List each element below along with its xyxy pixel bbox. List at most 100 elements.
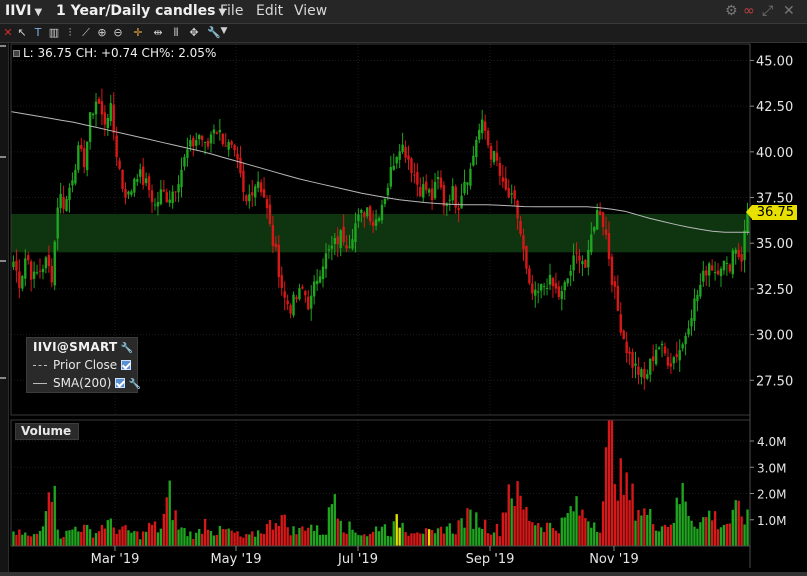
volume-bar bbox=[581, 509, 584, 546]
candle-body bbox=[401, 144, 404, 152]
solid-line-icon bbox=[33, 383, 47, 384]
volume-tick-label: 2.0M bbox=[757, 488, 786, 502]
candle-body bbox=[85, 141, 89, 171]
candle-body bbox=[18, 271, 21, 288]
candle-body bbox=[395, 157, 398, 164]
candle-body bbox=[330, 245, 334, 249]
volume-bar bbox=[708, 510, 711, 546]
volume-bar bbox=[357, 535, 360, 546]
volume-bar bbox=[377, 531, 381, 546]
candle-body bbox=[38, 270, 42, 272]
volume-bar bbox=[433, 533, 437, 546]
volume-bar bbox=[289, 535, 292, 546]
volume-bar bbox=[681, 482, 684, 546]
volume-bar bbox=[448, 523, 451, 546]
candle-body bbox=[292, 294, 295, 316]
candle-body bbox=[657, 347, 661, 350]
candle-body bbox=[436, 176, 440, 180]
price-grid bbox=[11, 44, 750, 546]
volume-bar bbox=[165, 497, 168, 546]
candle-body bbox=[463, 182, 466, 194]
volume-bar bbox=[743, 524, 746, 546]
price-tick-label: 45.00 bbox=[756, 54, 793, 69]
volume-bar bbox=[74, 526, 77, 546]
volume-bar bbox=[24, 532, 27, 546]
candle-body bbox=[12, 261, 15, 268]
candle-body bbox=[283, 291, 286, 298]
candle-body bbox=[675, 354, 678, 357]
candle-body bbox=[427, 189, 431, 193]
candle-body bbox=[575, 252, 578, 254]
volume-bar bbox=[321, 534, 325, 546]
candle-body bbox=[386, 187, 390, 196]
price-chart[interactable]: 45.0042.5040.0037.5035.0032.5030.0027.50… bbox=[0, 0, 807, 576]
prior-close-checkbox[interactable] bbox=[121, 360, 132, 370]
candle-body bbox=[572, 255, 575, 271]
volume-bar bbox=[507, 484, 510, 546]
volume-bar bbox=[719, 527, 723, 546]
volume-bar bbox=[619, 458, 622, 546]
candle-body bbox=[371, 221, 375, 226]
candle-body bbox=[598, 211, 602, 216]
volume-bar bbox=[292, 526, 295, 546]
candle-body bbox=[448, 199, 451, 201]
volume-bar bbox=[203, 518, 207, 546]
volume-bar bbox=[566, 512, 569, 546]
candle-body bbox=[740, 254, 743, 262]
volume-tick-label: 4.0M bbox=[757, 435, 786, 449]
volume-bar bbox=[678, 504, 681, 546]
candle-body bbox=[510, 193, 513, 195]
volume-bar bbox=[445, 526, 449, 546]
candle-body bbox=[310, 295, 313, 309]
volume-bar bbox=[251, 531, 254, 546]
candle-body bbox=[725, 262, 729, 264]
candle-body bbox=[351, 239, 354, 249]
candle-body bbox=[15, 260, 18, 271]
candle-body bbox=[368, 206, 372, 222]
candle-body bbox=[498, 162, 502, 176]
candle-body bbox=[324, 253, 328, 269]
info-toggle-icon[interactable] bbox=[13, 50, 20, 57]
candle-body bbox=[478, 129, 481, 140]
volume-bar bbox=[628, 500, 631, 546]
candle-body bbox=[622, 330, 625, 340]
sma-checkbox[interactable] bbox=[115, 378, 126, 388]
volume-bar bbox=[307, 527, 310, 546]
volume-bar bbox=[153, 521, 157, 546]
candle-body bbox=[136, 179, 139, 182]
candle-body bbox=[413, 174, 416, 176]
candle-body bbox=[716, 270, 720, 275]
volume-bar bbox=[80, 531, 83, 546]
volume-bar bbox=[280, 515, 283, 546]
candle-body bbox=[563, 282, 566, 291]
volume-bar bbox=[12, 531, 15, 546]
price-tick-label: 40.00 bbox=[756, 146, 793, 161]
legend-title: IIVI@SMART 🔧 bbox=[33, 340, 133, 354]
volume-bar bbox=[519, 495, 522, 546]
volume-bar bbox=[607, 420, 611, 546]
legend-sma: SMA(200) 🔧 bbox=[33, 376, 141, 390]
candle-body bbox=[584, 259, 587, 268]
horizontal-scrollbar[interactable] bbox=[0, 572, 807, 576]
candle-body bbox=[24, 258, 27, 279]
volume-bar bbox=[528, 520, 531, 546]
chart-legend[interactable]: IIVI@SMART 🔧 Prior Close SMA(200) 🔧 bbox=[26, 337, 141, 393]
legend-prior-close: Prior Close bbox=[33, 358, 132, 372]
volume-bar bbox=[657, 531, 661, 546]
volume-bar bbox=[725, 523, 729, 546]
candle-body bbox=[59, 193, 62, 208]
candle-body bbox=[625, 341, 628, 354]
candle-body bbox=[47, 255, 51, 267]
candle-body bbox=[192, 137, 195, 147]
candle-body bbox=[215, 132, 219, 135]
wrench-icon[interactable]: 🔧 bbox=[128, 379, 140, 390]
volume-bar bbox=[159, 528, 163, 546]
volume-bar bbox=[640, 515, 643, 546]
candle-body bbox=[504, 178, 507, 190]
candle-body bbox=[168, 199, 171, 203]
candle-body bbox=[693, 298, 696, 321]
volume-bar bbox=[86, 524, 89, 546]
volume-bar bbox=[693, 526, 696, 546]
volume-bar bbox=[221, 528, 224, 546]
wrench-icon[interactable]: 🔧 bbox=[120, 343, 133, 354]
